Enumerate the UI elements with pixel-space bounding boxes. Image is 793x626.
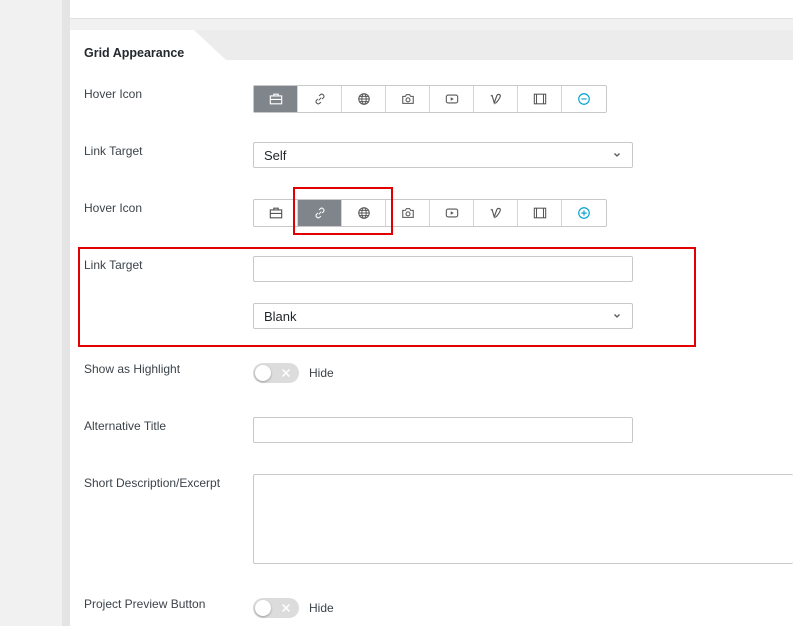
youtube-icon: [445, 94, 458, 104]
briefcase-option[interactable]: [254, 86, 298, 112]
highlight-box-icons: [293, 187, 393, 235]
show-highlight-label: Show as Highlight: [84, 362, 181, 376]
youtube-option[interactable]: [430, 86, 474, 112]
preview-button-toggle[interactable]: [253, 598, 299, 618]
link-target-label: Link Target: [84, 144, 143, 158]
alt-title-label: Alternative Title: [84, 419, 167, 433]
vimeo-option[interactable]: [474, 200, 518, 226]
briefcase-icon: [269, 93, 282, 105]
youtube-option[interactable]: [430, 200, 474, 226]
left-gutter: [0, 0, 62, 626]
vimeo-icon: [490, 93, 501, 105]
section-title: Grid Appearance: [84, 46, 185, 60]
show-highlight-toggle[interactable]: [253, 363, 299, 383]
preview-button-state: Hide: [309, 601, 334, 615]
link-target-value: Self: [264, 148, 287, 163]
plus-circle-icon: [578, 207, 590, 219]
highlight-box-link-target: [78, 247, 696, 347]
show-highlight-state: Hide: [309, 366, 334, 380]
film-icon: [533, 207, 546, 219]
briefcase-icon: [269, 207, 282, 219]
previous-card: [70, 0, 793, 19]
minus-circle-icon: [578, 93, 590, 105]
toggle-knob: [255, 365, 271, 381]
youtube-icon: [445, 208, 458, 218]
camera-option[interactable]: [386, 86, 430, 112]
close-icon: [281, 368, 291, 378]
camera-icon: [401, 94, 414, 104]
vimeo-option[interactable]: [474, 86, 518, 112]
close-icon: [281, 603, 291, 613]
camera-icon: [401, 208, 414, 218]
alt-title-input[interactable]: [253, 417, 633, 443]
film-option[interactable]: [518, 200, 562, 226]
film-icon: [533, 93, 546, 105]
vimeo-icon: [490, 207, 501, 219]
section-tab: Grid Appearance: [70, 30, 230, 60]
preview-button-label: Project Preview Button: [84, 597, 206, 611]
link-icon: [315, 93, 324, 105]
hover-icon-label-2: Hover Icon: [84, 201, 143, 215]
toggle-knob: [255, 600, 271, 616]
globe-icon: [357, 93, 370, 105]
short-desc-label: Short Description/Excerpt: [84, 476, 221, 490]
custom-option[interactable]: [562, 200, 606, 226]
globe-option[interactable]: [342, 86, 386, 112]
link-target-select[interactable]: Self: [253, 142, 633, 168]
hover-icon-label: Hover Icon: [84, 87, 143, 101]
none-option[interactable]: [562, 86, 606, 112]
divider: [62, 0, 70, 626]
chevron-down-icon: [614, 153, 620, 157]
link-option[interactable]: [298, 86, 342, 112]
short-desc-textarea[interactable]: [253, 474, 793, 564]
hover-icon-selector: [253, 85, 607, 113]
film-option[interactable]: [518, 86, 562, 112]
briefcase-option[interactable]: [254, 200, 298, 226]
